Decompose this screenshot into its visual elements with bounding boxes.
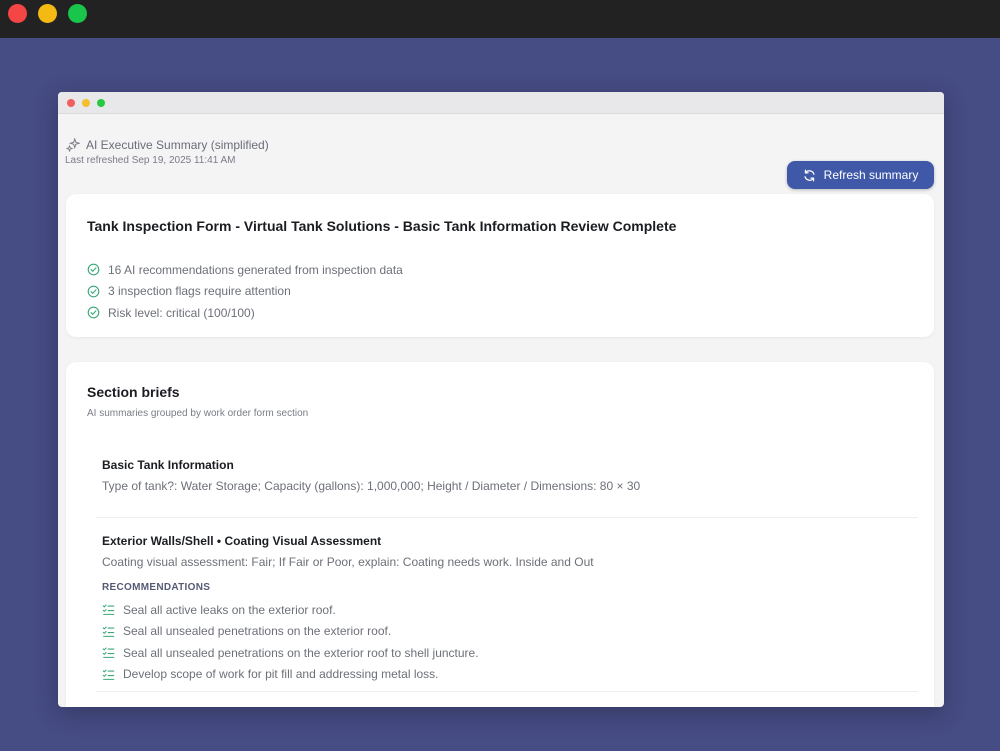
list-checks-icon: [102, 669, 115, 680]
summary-title: AI Executive Summary (simplified): [86, 138, 269, 152]
recommendation-item: Seal all unsealed penetrations on the ex…: [102, 621, 479, 643]
maximize-window-button[interactable]: [68, 4, 87, 23]
recommendation-text: Seal all unsealed penetrations on the ex…: [123, 645, 479, 660]
app-window: AI Executive Summary (simplified) Last r…: [58, 92, 944, 707]
recommendation-text: Seal all unsealed penetrations on the ex…: [123, 624, 392, 639]
check-circle-icon: [87, 285, 100, 298]
refresh-summary-label: Refresh summary: [823, 168, 919, 182]
refresh-icon: [804, 169, 815, 181]
check-circle-icon: [87, 263, 100, 276]
summary-card-title: Tank Inspection Form - Virtual Tank Solu…: [87, 218, 677, 234]
window-zoom-button[interactable]: [97, 99, 105, 107]
recommendation-item: Develop scope of work for pit fill and a…: [102, 664, 479, 686]
summary-card: Tank Inspection Form - Virtual Tank Solu…: [66, 194, 934, 337]
list-checks-icon: [102, 626, 115, 637]
recommendations-list: Seal all active leaks on the exterior ro…: [102, 599, 479, 685]
minimize-window-button[interactable]: [38, 4, 57, 23]
summary-highlight-item: Risk level: critical (100/100): [87, 302, 403, 324]
summary-title-row: AI Executive Summary (simplified): [66, 138, 269, 152]
summary-highlight-text: 3 inspection flags require attention: [108, 284, 291, 299]
os-title-bar: [0, 0, 1000, 38]
list-checks-icon: [102, 647, 115, 659]
last-refreshed-text: Last refreshed Sep 19, 2025 11:41 AM: [65, 155, 236, 166]
section-brief-title: Exterior Walls/Shell • Coating Visual As…: [102, 534, 382, 548]
close-window-button[interactable]: [8, 4, 27, 23]
recommendations-label: RECOMMENDATIONS: [102, 582, 211, 593]
recommendation-text: Develop scope of work for pit fill and a…: [123, 667, 439, 682]
recommendation-item: Seal all active leaks on the exterior ro…: [102, 599, 479, 621]
list-checks-icon: [102, 604, 115, 616]
window-title-bar: [58, 92, 944, 114]
section-briefs-title: Section briefs: [87, 384, 180, 400]
summary-highlights: 16 AI recommendations generated from ins…: [87, 259, 403, 324]
recommendation-text: Seal all active leaks on the exterior ro…: [123, 602, 336, 617]
window-close-button[interactable]: [67, 99, 75, 107]
summary-highlight-item: 16 AI recommendations generated from ins…: [87, 259, 403, 281]
section-briefs-subtitle: AI summaries grouped by work order form …: [87, 408, 309, 419]
summary-highlight-text: 16 AI recommendations generated from ins…: [108, 262, 403, 277]
section-brief-text: Type of tank?: Water Storage; Capacity (…: [102, 479, 641, 493]
refresh-summary-button[interactable]: Refresh summary: [787, 161, 934, 189]
summary-highlight-item: 3 inspection flags require attention: [87, 281, 403, 303]
sparkle-icon: [66, 138, 80, 152]
section-brief: Basic Tank Information Type of tank?: Wa…: [96, 456, 918, 518]
section-brief-text: Coating visual assessment: Fair; If Fair…: [102, 555, 594, 569]
section-brief: Exterior Walls/Shell • Coating Visual As…: [96, 532, 918, 692]
summary-highlight-text: Risk level: critical (100/100): [108, 305, 255, 320]
section-brief-title: Basic Tank Information: [102, 458, 234, 472]
summary-header: AI Executive Summary (simplified) Last r…: [58, 114, 944, 189]
recommendation-item: Seal all unsealed penetrations on the ex…: [102, 642, 479, 664]
check-circle-icon: [87, 306, 100, 319]
section-briefs-card: Section briefs AI summaries grouped by w…: [66, 362, 934, 707]
window-minimize-button[interactable]: [82, 99, 90, 107]
